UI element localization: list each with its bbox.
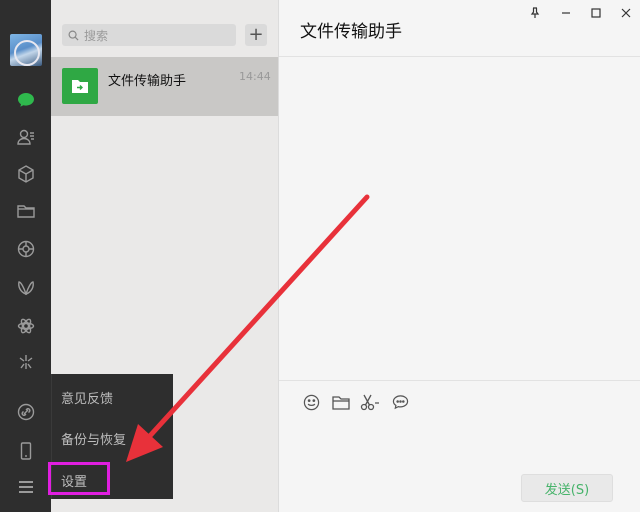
avatar[interactable] <box>10 34 42 66</box>
search-placeholder: 搜索 <box>84 28 109 43</box>
add-chat-button[interactable]: + <box>245 24 267 46</box>
folder-icon[interactable] <box>331 392 351 412</box>
search-input[interactable]: 搜索 <box>62 24 236 46</box>
minimize-icon[interactable] <box>555 4 577 22</box>
chat-name: 文件传输助手 <box>108 74 187 89</box>
menu-item-backup-restore[interactable]: 备份与恢复 <box>61 429 126 448</box>
search-icon <box>68 30 79 41</box>
phone-icon[interactable] <box>12 437 40 465</box>
folder-transfer-icon <box>72 80 88 93</box>
menu-icon[interactable] <box>12 473 40 501</box>
link-icon[interactable] <box>12 398 40 426</box>
maximize-icon[interactable] <box>585 4 607 22</box>
contacts-icon[interactable] <box>12 123 40 151</box>
butterfly-icon[interactable] <box>12 274 40 302</box>
chat-window: 文件传输助手 发送(S) <box>279 0 640 512</box>
chat-list-item[interactable]: 文件传输助手 14:44 <box>51 57 278 116</box>
chat-time: 14:44 <box>239 70 271 83</box>
folder-icon[interactable] <box>12 197 40 225</box>
close-icon[interactable] <box>615 4 637 22</box>
chat-icon[interactable] <box>12 86 40 114</box>
moments-icon[interactable] <box>12 235 40 263</box>
sparkle-icon[interactable] <box>12 348 40 376</box>
pin-icon[interactable] <box>524 4 546 22</box>
emoji-icon[interactable] <box>301 392 321 412</box>
sidebar-rail <box>0 0 51 512</box>
composer-divider <box>279 380 640 381</box>
menu-item-feedback[interactable]: 意见反馈 <box>61 388 113 407</box>
scissors-icon[interactable] <box>360 392 380 412</box>
settings-highlight-box <box>48 462 110 495</box>
title-divider <box>279 56 640 57</box>
chat-title: 文件传输助手 <box>300 22 402 42</box>
send-button[interactable]: 发送(S) <box>521 474 613 502</box>
cube-icon[interactable] <box>12 160 40 188</box>
gear-flower-icon[interactable] <box>12 312 40 340</box>
chat-bubble-icon[interactable] <box>390 392 410 412</box>
file-transfer-avatar <box>62 68 98 104</box>
